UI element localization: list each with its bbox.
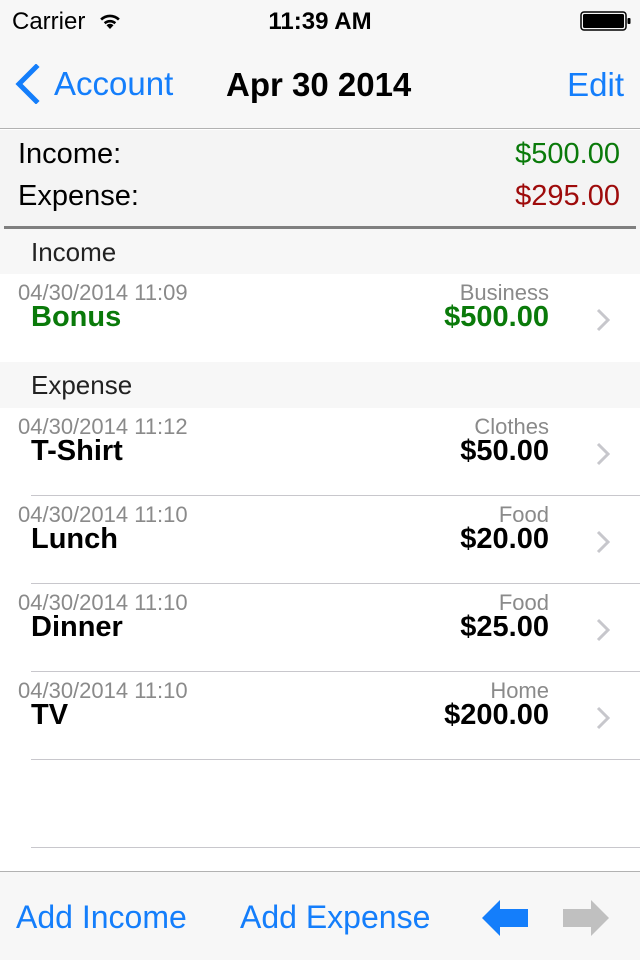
status-bar: Carrier 11:39 AM [0,0,640,40]
transaction-amount: $20.00 [460,523,549,555]
expense-total-row: Expense: $295.00 [18,180,620,216]
navigation-bar: Account Apr 30 2014 Edit [0,40,640,129]
chevron-right-icon [596,308,610,332]
expense-total-label: Expense: [18,180,139,212]
status-time: 11:39 AM [268,8,372,35]
transaction-row[interactable]: 04/30/2014 11:10 Food Dinner $25.00 [0,584,640,672]
chevron-right-icon [596,618,610,642]
transaction-name: T-Shirt [31,435,123,467]
edit-button[interactable]: Edit [567,66,624,104]
chevron-right-icon [596,442,610,466]
add-income-button[interactable]: Add Income [16,899,187,936]
transaction-row[interactable]: 04/30/2014 11:09 Business Bonus $500.00 [0,274,640,362]
income-total-value: $500.00 [515,138,620,170]
transaction-amount: $50.00 [460,435,549,467]
battery-full-icon [580,11,631,31]
bottom-toolbar: Add Income Add Expense [0,871,640,960]
income-total-row: Income: $500.00 [18,138,620,174]
arrow-right-icon[interactable] [563,900,609,936]
row-separator [31,847,640,848]
expense-total-value: $295.00 [515,180,620,212]
add-expense-button[interactable]: Add Expense [240,899,430,936]
transaction-row[interactable]: 04/30/2014 11:12 Clothes T-Shirt $50.00 [0,408,640,496]
transaction-amount: $200.00 [444,699,549,731]
chevron-right-icon [596,706,610,730]
row-separator [31,759,640,760]
screen: Carrier 11:39 AM Account Apr 30 2014 Edi… [0,0,640,960]
transaction-row[interactable]: 04/30/2014 11:10 Home TV $200.00 [0,672,640,760]
back-button[interactable]: Account [14,64,173,104]
section-header-expense: Expense [0,362,640,408]
transaction-amount: $500.00 [444,301,549,333]
transaction-row[interactable]: 04/30/2014 11:10 Food Lunch $20.00 [0,496,640,584]
transaction-amount: $25.00 [460,611,549,643]
chevron-right-icon [596,530,610,554]
totals-summary: Income: $500.00 Expense: $295.00 [0,130,640,229]
income-total-label: Income: [18,138,122,170]
back-button-label: Account [54,65,174,102]
transaction-name: TV [31,699,69,731]
transaction-name: Bonus [31,301,122,333]
section-header-income: Income [0,229,640,275]
chevron-left-icon [15,64,40,104]
arrow-left-icon[interactable] [482,900,528,936]
transaction-name: Dinner [31,611,123,643]
page-title: Apr 30 2014 [226,66,412,103]
transaction-name: Lunch [31,523,118,555]
